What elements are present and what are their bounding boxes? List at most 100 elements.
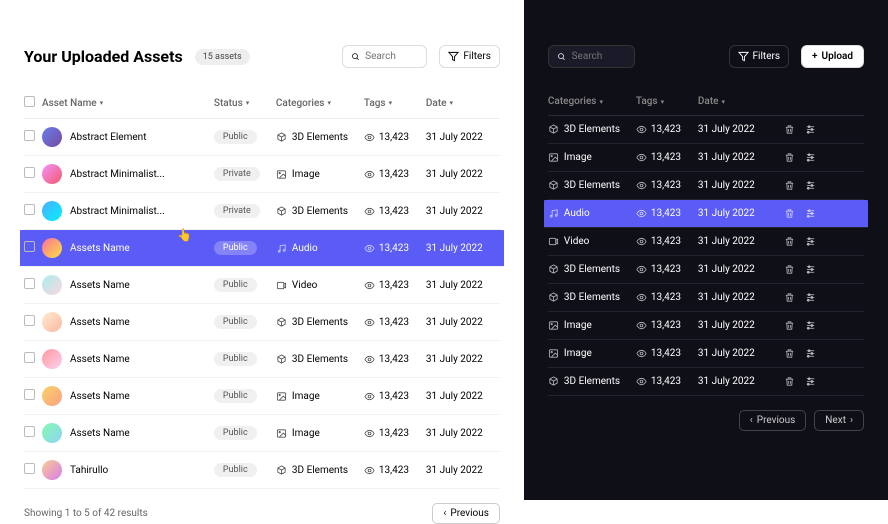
table-row[interactable]: 3D Elements 13,423 31 July 2022 (548, 172, 864, 200)
next-button[interactable]: Next› (814, 410, 864, 431)
table-row[interactable]: Audio 13,423 31 July 2022 (544, 200, 868, 228)
status-badge: Public (214, 389, 257, 403)
col-name-header[interactable]: Asset Name▾ (42, 96, 214, 110)
trash-icon[interactable] (784, 320, 795, 331)
settings-icon[interactable] (805, 208, 816, 219)
date-text: 31 July 2022 (698, 152, 772, 163)
select-all-checkbox[interactable] (24, 96, 35, 107)
settings-icon[interactable] (805, 236, 816, 247)
trash-icon[interactable] (784, 236, 795, 247)
settings-icon[interactable] (805, 124, 816, 135)
3d-icon (548, 180, 559, 191)
col-date-header[interactable]: Date▾ (698, 96, 772, 107)
img-icon (548, 152, 559, 163)
filters-button[interactable]: Filters (729, 45, 790, 68)
col-date-header[interactable]: Date▾ (426, 96, 500, 110)
table-row[interactable]: Assets Name Public 3D Elements 13,423 31… (24, 304, 500, 341)
previous-button[interactable]: ‹Previous (739, 410, 807, 431)
table-row[interactable]: 3D Elements 13,423 31 July 2022 (548, 116, 864, 144)
search-input-wrap[interactable] (548, 45, 635, 68)
table-row[interactable]: Abstract Minimalist... Private Image 13,… (24, 156, 500, 193)
search-input[interactable] (365, 51, 418, 62)
date-text: 31 July 2022 (426, 243, 500, 254)
row-checkbox[interactable] (24, 130, 35, 141)
row-checkbox[interactable] (24, 463, 35, 474)
row-checkbox[interactable] (24, 204, 35, 215)
settings-icon[interactable] (805, 348, 816, 359)
col-tags-header[interactable]: Tags▾ (364, 96, 426, 110)
col-category-header[interactable]: Categories▾ (548, 96, 636, 107)
date-text: 31 July 2022 (426, 206, 500, 217)
table-row[interactable]: 3D Elements 13,423 31 July 2022 (548, 368, 864, 396)
row-checkbox[interactable] (24, 426, 35, 437)
trash-icon[interactable] (784, 124, 795, 135)
table-header: Categories▾ Tags▾ Date▾ (548, 88, 864, 116)
table-row[interactable]: Image 13,423 31 July 2022 (548, 312, 864, 340)
col-tags-header[interactable]: Tags▾ (636, 96, 698, 107)
vid-icon (276, 280, 287, 291)
table-row[interactable]: Assets Name Public 3D Elements 13,423 31… (24, 341, 500, 378)
trash-icon[interactable] (784, 348, 795, 359)
settings-icon[interactable] (805, 180, 816, 191)
category-text: Image (564, 348, 592, 359)
tag-count: 13,423 (651, 320, 681, 331)
trash-icon[interactable] (784, 152, 795, 163)
settings-icon[interactable] (805, 264, 816, 275)
asset-name: Tahirullo (70, 465, 108, 476)
trash-icon[interactable] (784, 180, 795, 191)
settings-icon[interactable] (805, 152, 816, 163)
col-category-header[interactable]: Categories▾ (276, 96, 364, 110)
table-row[interactable]: Image 13,423 31 July 2022 (548, 144, 864, 172)
table-row[interactable]: Assets Name Public Image 13,423 31 July … (24, 378, 500, 415)
previous-button[interactable]: ‹Previous (432, 503, 500, 524)
settings-icon[interactable] (805, 292, 816, 303)
trash-icon[interactable] (784, 264, 795, 275)
table-row[interactable]: Assets Name Public Audio 13,423 31 July … (20, 230, 504, 267)
category-text: 3D Elements (564, 264, 620, 275)
status-badge: Public (214, 278, 257, 292)
trash-icon[interactable] (784, 292, 795, 303)
trash-icon[interactable] (784, 376, 795, 387)
search-input-wrap[interactable] (342, 45, 428, 68)
category-text: Image (564, 320, 592, 331)
row-checkbox[interactable] (24, 315, 35, 326)
table-row[interactable]: 3D Elements 13,423 31 July 2022 (548, 284, 864, 312)
row-checkbox[interactable] (24, 167, 35, 178)
img-icon (276, 428, 287, 439)
row-checkbox[interactable] (24, 241, 35, 252)
row-checkbox[interactable] (24, 352, 35, 363)
category-text: Image (292, 428, 320, 439)
category-text: 3D Elements (564, 180, 620, 191)
search-input[interactable] (572, 51, 627, 62)
asset-name: Assets Name (70, 280, 130, 291)
table-row[interactable]: 3D Elements 13,423 31 July 2022 (548, 256, 864, 284)
chevron-down-icon: ▾ (661, 98, 665, 106)
filters-button[interactable]: Filters (439, 45, 500, 68)
tag-count: 13,423 (379, 169, 409, 180)
category-text: 3D Elements (292, 354, 348, 365)
chevron-down-icon: ▾ (100, 99, 104, 107)
chevron-down-icon: ▾ (327, 99, 331, 107)
row-checkbox[interactable] (24, 389, 35, 400)
asset-name: Assets Name (70, 391, 130, 402)
table-row[interactable]: Abstract Minimalist... Private 3D Elemen… (24, 193, 500, 230)
category-text: 3D Elements (292, 465, 348, 476)
table-row[interactable]: Video 13,423 31 July 2022 (548, 228, 864, 256)
row-checkbox[interactable] (24, 278, 35, 289)
table-row[interactable]: Assets Name Public Video 13,423 31 July … (24, 267, 500, 304)
category-text: 3D Elements (564, 124, 620, 135)
category-text: Image (292, 169, 320, 180)
table-row[interactable]: Assets Name Public Image 13,423 31 July … (24, 415, 500, 452)
table-row[interactable]: Abstract Element Public 3D Elements 13,4… (24, 119, 500, 156)
trash-icon[interactable] (784, 208, 795, 219)
settings-icon[interactable] (805, 320, 816, 331)
upload-button[interactable]: +Upload (801, 45, 864, 68)
avatar (42, 423, 62, 443)
settings-icon[interactable] (805, 376, 816, 387)
table-row[interactable]: Tahirullo Public 3D Elements 13,423 31 J… (24, 452, 500, 489)
status-badge: Public (214, 463, 257, 477)
3d-icon (548, 264, 559, 275)
table-row[interactable]: Image 13,423 31 July 2022 (548, 340, 864, 368)
tag-count: 13,423 (379, 391, 409, 402)
col-status-header[interactable]: Status▾ (214, 96, 276, 110)
